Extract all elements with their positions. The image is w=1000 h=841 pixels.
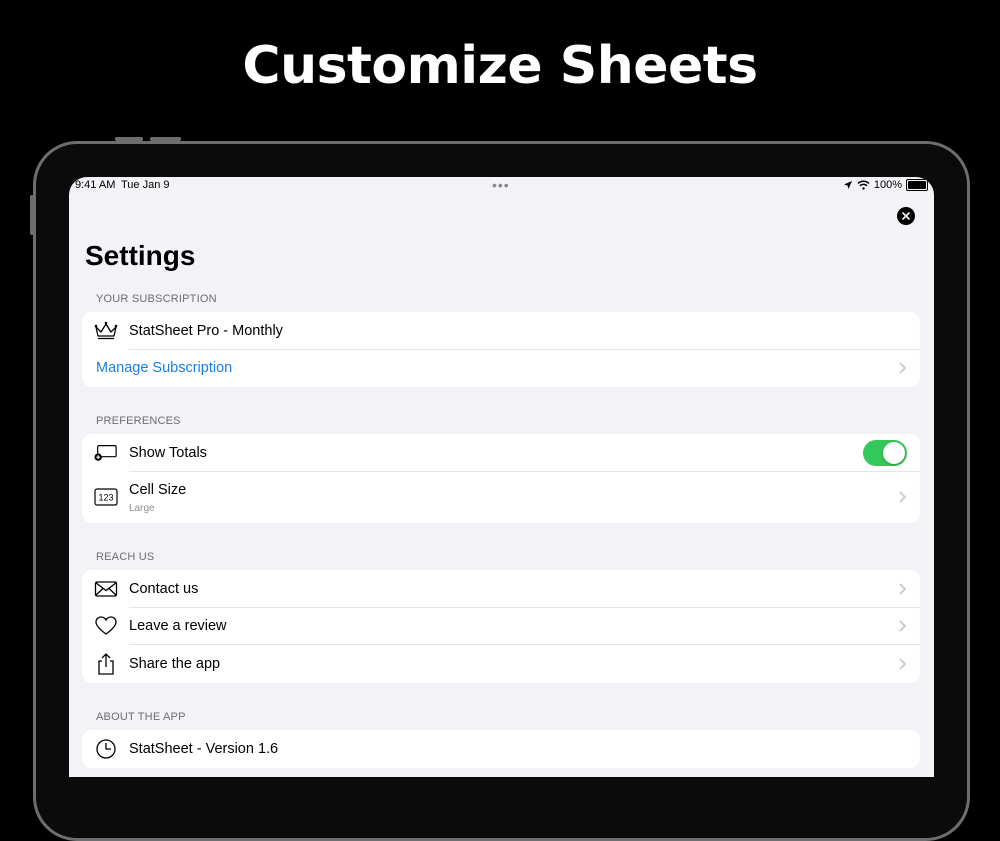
cell-size-label: Cell Size bbox=[129, 481, 187, 498]
chevron-right-icon bbox=[899, 491, 906, 503]
section-header-preferences: PREFERENCES bbox=[96, 415, 181, 427]
multitasking-dots-icon[interactable]: ••• bbox=[492, 177, 510, 193]
envelope-icon bbox=[94, 577, 118, 601]
svg-text:123: 123 bbox=[98, 493, 113, 503]
contact-label: Contact us bbox=[129, 580, 199, 597]
section-header-reach-us: REACH US bbox=[96, 551, 155, 563]
close-button[interactable] bbox=[897, 207, 915, 225]
show-totals-toggle[interactable] bbox=[863, 439, 907, 466]
about-group: StatSheet - Version 1.6 bbox=[82, 730, 920, 768]
subscription-plan-label: StatSheet Pro - Monthly bbox=[129, 322, 283, 339]
location-icon bbox=[843, 181, 852, 189]
settings-screen: 9:41 AM Tue Jan 9 ••• 100% Settings YOUR… bbox=[69, 177, 934, 777]
preferences-group: Show Totals 123 Cell Size Large bbox=[82, 434, 920, 523]
crown-icon bbox=[94, 319, 118, 343]
chevron-right-icon bbox=[899, 583, 906, 595]
review-label: Leave a review bbox=[129, 618, 227, 635]
status-date: Tue Jan 9 bbox=[121, 179, 170, 191]
clock-icon bbox=[94, 737, 118, 761]
show-totals-label: Show Totals bbox=[129, 444, 207, 461]
cell-size-value: Large bbox=[129, 502, 155, 514]
close-icon bbox=[902, 212, 910, 220]
chevron-right-icon bbox=[899, 658, 906, 670]
subscription-group: StatSheet Pro - Monthly Manage Subscript… bbox=[82, 312, 920, 387]
status-time: 9:41 AM bbox=[75, 179, 116, 191]
headline: Customize Sheets bbox=[242, 36, 758, 96]
review-row[interactable]: Leave a review bbox=[82, 608, 920, 645]
section-header-about: ABOUT THE APP bbox=[96, 711, 186, 723]
battery-icon bbox=[906, 179, 928, 191]
contact-row[interactable]: Contact us bbox=[82, 570, 920, 608]
section-header-subscription: YOUR SUBSCRIPTION bbox=[96, 293, 217, 305]
heart-icon bbox=[94, 614, 118, 638]
reach-us-group: Contact us Leave a review Share the app bbox=[82, 570, 920, 683]
page-title: Settings bbox=[85, 240, 196, 271]
wifi-icon bbox=[857, 180, 870, 190]
share-label: Share the app bbox=[129, 655, 221, 672]
version-row: StatSheet - Version 1.6 bbox=[82, 730, 920, 768]
manage-subscription-link[interactable]: Manage Subscription bbox=[96, 360, 232, 376]
share-icon bbox=[94, 652, 118, 676]
chevron-right-icon bbox=[899, 362, 906, 374]
status-bar: 9:41 AM Tue Jan 9 ••• 100% bbox=[69, 177, 934, 195]
share-row[interactable]: Share the app bbox=[82, 645, 920, 683]
cell-size-row[interactable]: 123 Cell Size Large bbox=[82, 472, 920, 523]
subscription-plan-row: StatSheet Pro - Monthly bbox=[82, 312, 920, 350]
chevron-right-icon bbox=[899, 620, 906, 632]
add-row-icon bbox=[94, 441, 118, 465]
show-totals-row: Show Totals bbox=[82, 434, 920, 472]
manage-subscription-row[interactable]: Manage Subscription bbox=[82, 350, 920, 388]
version-label: StatSheet - Version 1.6 bbox=[129, 740, 279, 757]
battery-percent: 100% bbox=[873, 179, 902, 191]
number-icon: 123 bbox=[94, 485, 118, 509]
